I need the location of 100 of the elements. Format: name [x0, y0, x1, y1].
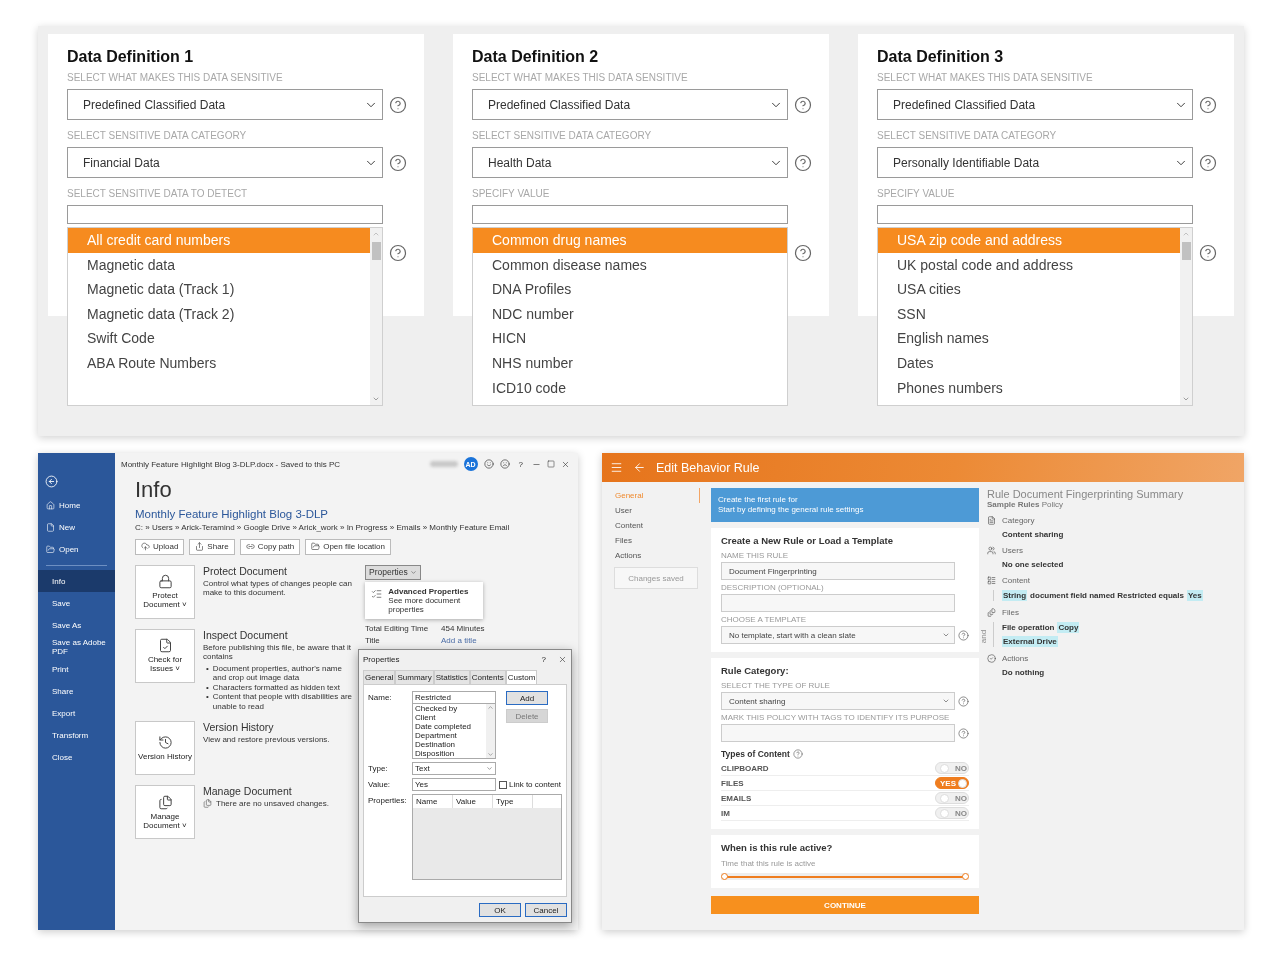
help-icon[interactable] [389, 153, 407, 172]
sidebar-item[interactable]: Transform [38, 724, 115, 746]
help-icon[interactable] [958, 695, 969, 707]
action-button[interactable]: Copy path [239, 538, 301, 555]
nav-item[interactable]: User [615, 503, 700, 518]
scroll-thumb[interactable] [371, 242, 381, 260]
help-icon[interactable] [1199, 244, 1217, 262]
list-option[interactable]: UK postal code and address [878, 252, 1180, 278]
dialog-button[interactable]: OK [479, 903, 521, 917]
list-option[interactable]: Phones numbers [878, 375, 1180, 401]
frown-icon[interactable] [499, 459, 510, 469]
back-icon[interactable] [633, 461, 646, 474]
dialog-tab[interactable]: Contents [469, 670, 506, 684]
action-button[interactable]: Upload [135, 538, 185, 555]
help-icon[interactable] [958, 727, 969, 739]
dropdown[interactable]: Financial Data [67, 147, 383, 178]
dialog-button[interactable]: Add [506, 691, 548, 705]
nav-item[interactable]: Content [615, 518, 700, 533]
input-field[interactable] [877, 205, 1193, 224]
dropdown[interactable]: Predefined Classified Data [472, 89, 788, 120]
tile-button[interactable]: Manage Document ˅ [135, 785, 195, 839]
list-option[interactable]: Date completed [415, 722, 486, 731]
sidebar-item[interactable]: Home [38, 494, 115, 516]
list-option[interactable]: Common disease names [473, 252, 787, 278]
close-icon[interactable] [561, 459, 570, 469]
slider-handle[interactable] [962, 873, 969, 880]
sidebar-item[interactable]: Info [38, 570, 115, 592]
close-icon[interactable] [558, 654, 567, 664]
action-button[interactable]: Share [189, 538, 235, 555]
list-option[interactable]: ABA Route Numbers [68, 350, 370, 376]
sidebar-item[interactable]: Export [38, 702, 115, 724]
input-field[interactable] [721, 594, 955, 612]
list-option[interactable]: Dates [878, 350, 1180, 376]
scrollbar[interactable] [370, 228, 382, 405]
dialog-tab[interactable]: General [363, 670, 396, 684]
input-field[interactable]: Document Fingerprinting [721, 562, 955, 580]
list-option[interactable]: Department [415, 731, 486, 740]
maximize-icon[interactable] [547, 460, 555, 468]
help-icon[interactable] [389, 244, 407, 262]
properties-button[interactable]: Properties [365, 564, 421, 580]
tile-button[interactable]: Check for Issues ˅ [135, 628, 195, 683]
action-button[interactable]: Open file location [305, 538, 391, 555]
help-icon[interactable] [794, 244, 812, 262]
help-icon[interactable] [794, 95, 812, 114]
list-option[interactable]: Magnetic data (Track 2) [68, 301, 370, 327]
sidebar-item[interactable]: Save As [38, 614, 115, 636]
name-field[interactable]: Restricted [412, 691, 496, 704]
list-option[interactable]: Disposition [415, 749, 486, 758]
smiley-icon[interactable] [483, 459, 494, 469]
list-option[interactable]: Destination [415, 740, 486, 749]
nav-item[interactable]: Actions [615, 548, 700, 563]
menu-icon[interactable] [610, 461, 623, 474]
list-option[interactable]: Magnetic data (Track 1) [68, 277, 370, 302]
dropdown[interactable]: Predefined Classified Data [877, 89, 1193, 120]
slider-handle[interactable] [721, 873, 728, 880]
sidebar-item[interactable]: Save as Adobe PDF [38, 636, 115, 658]
sidebar-item[interactable]: Share [38, 680, 115, 702]
tile-button[interactable]: Protect Document ˅ [135, 564, 195, 619]
sidebar-item[interactable]: Close [38, 746, 115, 768]
back-icon[interactable] [45, 475, 58, 488]
dropdown[interactable]: Health Data [472, 147, 788, 178]
list-option[interactable]: USA cities [878, 277, 1180, 302]
dialog-tab[interactable]: Summary [395, 670, 434, 684]
type-dropdown[interactable]: Text [412, 762, 496, 775]
input-field[interactable] [721, 724, 955, 742]
dropdown[interactable]: Content sharing [721, 692, 955, 710]
dropdown[interactable]: No template, start with a clean slate [721, 626, 955, 644]
input-field[interactable] [472, 205, 788, 224]
dropdown[interactable]: Predefined Classified Data [67, 89, 383, 120]
sidebar-item[interactable]: Print [38, 658, 115, 680]
help-icon[interactable] [1199, 153, 1217, 172]
list-option[interactable]: NDC number [473, 301, 787, 327]
list-option[interactable]: NHS number [473, 350, 787, 376]
list-option[interactable]: SSN [878, 301, 1180, 327]
input-field[interactable] [67, 205, 383, 224]
nav-item[interactable]: Files [615, 533, 700, 548]
sidebar-item[interactable]: Open [38, 538, 115, 560]
dialog-button[interactable]: Cancel [525, 903, 567, 917]
tile-button[interactable]: Version History [135, 721, 195, 775]
help-button[interactable]: ? [515, 459, 526, 469]
list-option[interactable]: ICD10 code [473, 375, 787, 401]
time-slider[interactable] [721, 873, 969, 880]
list-option[interactable]: DNA Profiles [473, 277, 787, 302]
dropdown[interactable]: Personally Identifiable Data [877, 147, 1193, 178]
property-link[interactable]: Add a title [441, 635, 570, 645]
checkbox[interactable] [499, 780, 507, 789]
menu-item-title[interactable]: Advanced Properties [388, 586, 477, 596]
list-option[interactable]: HICN [473, 326, 787, 351]
help-button[interactable]: ? [541, 654, 546, 664]
list-option[interactable]: Swift Code [68, 326, 370, 351]
list-option[interactable]: Checked by [415, 704, 486, 713]
dialog-tab[interactable]: Statistics [433, 670, 470, 684]
sidebar-item[interactable]: New [38, 516, 115, 538]
scrollbar[interactable] [1180, 228, 1192, 405]
value-field[interactable]: Yes [412, 778, 496, 791]
help-icon[interactable] [389, 95, 407, 114]
help-icon[interactable] [958, 629, 969, 641]
list-option[interactable]: Magnetic data [68, 252, 370, 278]
help-icon[interactable] [794, 153, 812, 172]
list-option[interactable]: English names [878, 326, 1180, 351]
